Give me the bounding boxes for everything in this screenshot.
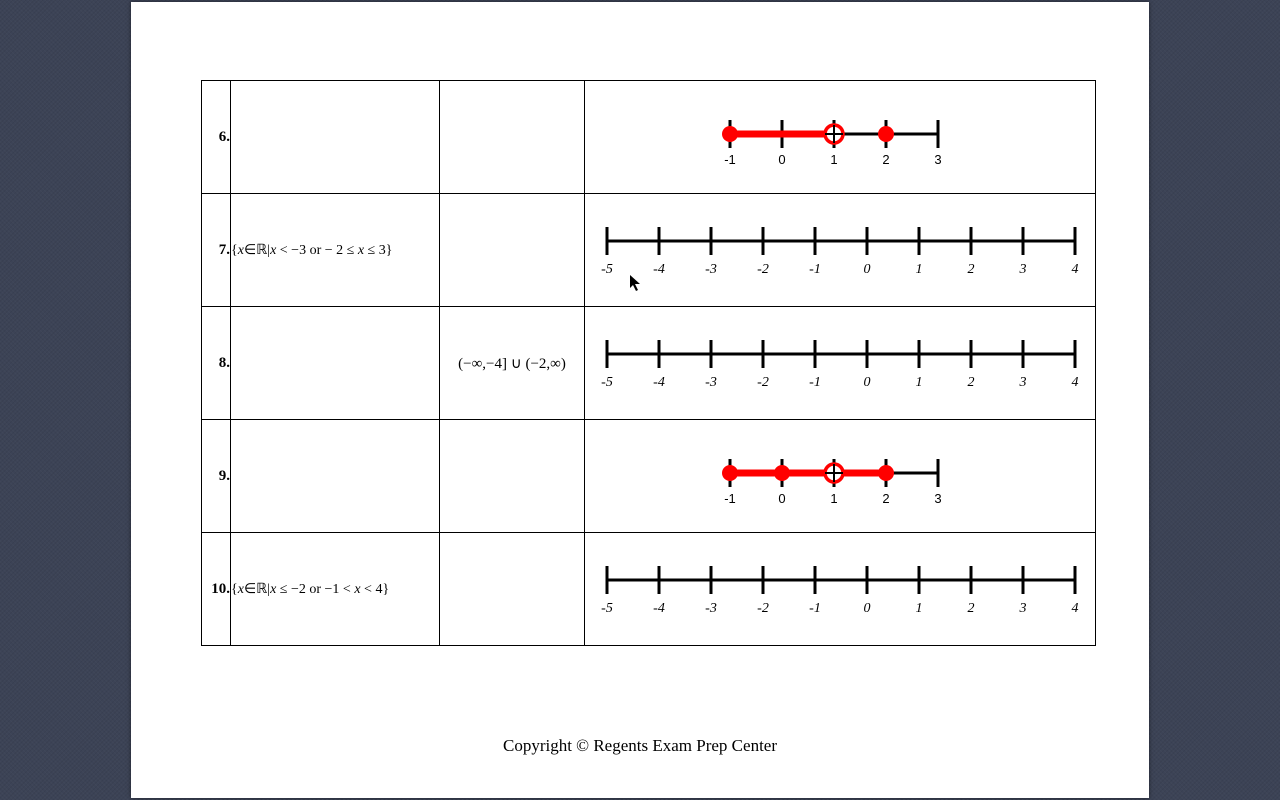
svg-text:-1: -1: [809, 375, 821, 390]
svg-text:0: 0: [864, 601, 871, 616]
document-page: 6.-101237.{x∈ℝ|x < −3 or − 2 ≤ x ≤ 3}-5-…: [131, 2, 1149, 798]
set-notation-cell: [231, 420, 440, 533]
svg-text:-1: -1: [809, 262, 821, 277]
svg-text:1: 1: [916, 601, 923, 616]
svg-text:-2: -2: [757, 601, 769, 616]
svg-text:-1: -1: [724, 491, 736, 506]
svg-text:-4: -4: [653, 262, 665, 277]
svg-text:3: 3: [1019, 375, 1027, 390]
interval-notation-cell: [440, 194, 585, 307]
svg-text:3: 3: [934, 491, 941, 506]
svg-text:3: 3: [1019, 601, 1027, 616]
svg-text:-5: -5: [601, 375, 613, 390]
number-line-cell: -5 -4 -3 -2 -1 0 1 2 3 4: [585, 533, 1096, 646]
svg-text:-3: -3: [705, 262, 717, 277]
svg-text:-3: -3: [705, 601, 717, 616]
svg-text:2: 2: [968, 375, 975, 390]
svg-text:3: 3: [934, 152, 941, 167]
svg-text:4: 4: [1072, 262, 1079, 277]
svg-text:2: 2: [968, 601, 975, 616]
svg-text:2: 2: [968, 262, 975, 277]
problem-number: 8.: [202, 307, 231, 420]
svg-text:4: 4: [1072, 601, 1079, 616]
problem-number: 10.: [202, 533, 231, 646]
set-notation-cell: [231, 307, 440, 420]
interval-notation-cell: [440, 81, 585, 194]
interval-notation-cell: [440, 533, 585, 646]
interval-notation-cell: [440, 420, 585, 533]
table-row: 7.{x∈ℝ|x < −3 or − 2 ≤ x ≤ 3} -5 -4 -3 -2 -1 0…: [202, 194, 1096, 307]
number-line-cell: -1 0 1 2 3: [585, 420, 1096, 533]
svg-text:-2: -2: [757, 375, 769, 390]
table-row: 9. -1 0 1 2 3: [202, 420, 1096, 533]
svg-text:1: 1: [830, 491, 837, 506]
number-line-cell: -5 -4 -3 -2 -1 0 1 2 3 4: [585, 194, 1096, 307]
svg-text:2: 2: [882, 152, 889, 167]
table-row: 6. -1 0 1 2 3: [202, 81, 1096, 194]
svg-text:3: 3: [1019, 262, 1027, 277]
svg-text:-2: -2: [757, 262, 769, 277]
svg-text:2: 2: [882, 491, 889, 506]
svg-text:0: 0: [778, 152, 785, 167]
svg-text:-1: -1: [724, 152, 736, 167]
worksheet-table: 6.-101237.{x∈ℝ|x < −3 or − 2 ≤ x ≤ 3}-5-…: [201, 80, 1096, 646]
set-notation-cell: [231, 81, 440, 194]
problem-number: 6.: [202, 81, 231, 194]
svg-text:4: 4: [1072, 375, 1079, 390]
copyright-text: Copyright © Regents Exam Prep Center: [201, 736, 1079, 756]
svg-text:-3: -3: [705, 375, 717, 390]
problem-number: 7.: [202, 194, 231, 307]
svg-text:-5: -5: [601, 262, 613, 277]
number-line-cell: -5 -4 -3 -2 -1 0 1 2 3 4: [585, 307, 1096, 420]
svg-text:0: 0: [864, 375, 871, 390]
svg-text:1: 1: [916, 262, 923, 277]
svg-text:-1: -1: [809, 601, 821, 616]
svg-text:0: 0: [778, 491, 785, 506]
problem-number: 9.: [202, 420, 231, 533]
svg-text:1: 1: [830, 152, 837, 167]
table-row: 8. (−∞,−4] ∪ (−2,∞) -5 -4 -3 -2 -1 0 1 2 3 4: [202, 307, 1096, 420]
svg-text:-4: -4: [653, 375, 665, 390]
table-row: 10.{x∈ℝ|x ≤ −2 or −1 < x < 4} -5 -4 -3 -2 -1 0…: [202, 533, 1096, 646]
set-notation-cell: {x∈ℝ|x ≤ −2 or −1 < x < 4}: [231, 533, 440, 646]
number-line-cell: -1 0 1 2 3: [585, 81, 1096, 194]
svg-text:-4: -4: [653, 601, 665, 616]
interval-notation-cell: (−∞,−4] ∪ (−2,∞): [440, 307, 585, 420]
svg-text:0: 0: [864, 262, 871, 277]
svg-text:-5: -5: [601, 601, 613, 616]
set-notation-cell: {x∈ℝ|x < −3 or − 2 ≤ x ≤ 3}: [231, 194, 440, 307]
svg-text:1: 1: [916, 375, 923, 390]
